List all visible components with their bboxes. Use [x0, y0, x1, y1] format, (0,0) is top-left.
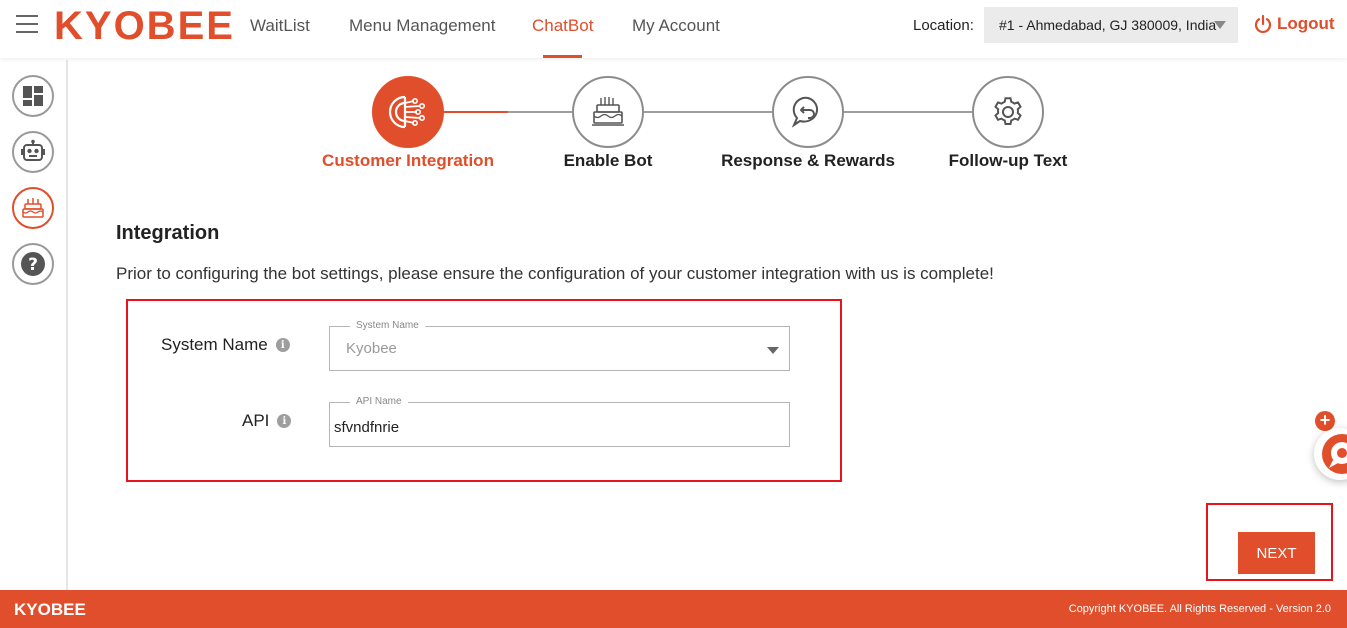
section-title: Integration: [116, 222, 220, 244]
cake-icon: [592, 97, 624, 126]
sidebar-item-dashboard[interactable]: [12, 75, 54, 117]
api-name-field[interactable]: API Name: [329, 395, 790, 447]
sidebar-item-help[interactable]: ?: [12, 243, 54, 285]
nav-chatbot[interactable]: ChatBot: [532, 16, 593, 36]
footer-brand: KYOBEE: [14, 600, 86, 619]
system-name-label-text: System Name: [161, 335, 268, 354]
top-navbar: KYOBEE WaitList Menu Management ChatBot …: [0, 0, 1347, 58]
location-value: #1 - Ahmedabad, GJ 380009, India: [999, 17, 1217, 33]
footer: KYOBEE Copyright KYOBEE. All Rights Rese…: [0, 590, 1347, 628]
logout-label: Logout: [1277, 14, 1335, 33]
cake-icon: [22, 198, 44, 218]
step-label-enable-bot[interactable]: Enable Bot: [508, 151, 708, 171]
footer-copyright: Copyright KYOBEE. All Rights Reserved - …: [1068, 603, 1331, 615]
api-name-input[interactable]: [331, 404, 788, 445]
step-enable-bot[interactable]: [572, 76, 644, 148]
step-follow-up-text[interactable]: [972, 76, 1044, 148]
step-response-rewards[interactable]: [772, 76, 844, 148]
nav-menu-management[interactable]: Menu Management: [349, 16, 495, 36]
hamburger-menu-icon[interactable]: [16, 15, 38, 33]
brand-logo[interactable]: KYOBEE: [54, 4, 235, 48]
location-select[interactable]: #1 - Ahmedabad, GJ 380009, India: [984, 7, 1238, 43]
stepper-connector-1a: [442, 111, 508, 113]
chevron-down-icon: [767, 347, 779, 354]
dashboard-icon: [23, 86, 43, 106]
chat-widget-button[interactable]: [1314, 428, 1347, 480]
robot-icon: [21, 139, 45, 161]
reply-bubble-icon: [791, 96, 819, 128]
gear-icon: [994, 97, 1022, 126]
help-icon: ?: [21, 252, 45, 276]
svg-text:?: ?: [28, 255, 38, 275]
logout-button[interactable]: Logout: [1253, 14, 1335, 34]
power-icon: [1254, 14, 1272, 33]
sidebar-item-chatbot[interactable]: [12, 131, 54, 173]
stepper-connector-3: [842, 111, 972, 113]
chevron-down-icon: [1214, 21, 1226, 29]
location-label: Location:: [913, 17, 974, 34]
system-name-legend: System Name: [350, 319, 425, 333]
sidebar-item-cake[interactable]: [12, 187, 54, 229]
step-label-customer-integration[interactable]: Customer Integration: [308, 151, 508, 171]
left-sidebar: ?: [0, 60, 68, 590]
chat-bubble-icon: [1322, 434, 1347, 474]
info-icon[interactable]: i: [277, 414, 292, 428]
step-customer-integration[interactable]: [372, 76, 444, 148]
step-label-follow-up-text[interactable]: Follow-up Text: [908, 151, 1108, 171]
section-description: Prior to configuring the bot settings, p…: [116, 264, 994, 283]
system-name-label: System Name i: [161, 335, 290, 355]
api-label: API i: [242, 411, 292, 431]
step-label-response-rewards[interactable]: Response & Rewards: [708, 151, 908, 171]
system-name-select[interactable]: System Name Kyobee: [329, 319, 790, 371]
info-icon[interactable]: i: [275, 338, 290, 352]
stepper-connector-2: [642, 111, 772, 113]
nav-waitlist[interactable]: WaitList: [250, 16, 310, 36]
nav-my-account[interactable]: My Account: [632, 16, 720, 36]
active-nav-indicator: [543, 55, 582, 58]
next-button[interactable]: NEXT: [1238, 532, 1315, 574]
api-label-text: API: [242, 411, 270, 430]
stepper-connector-1b: [508, 111, 572, 113]
integration-icon: [388, 95, 425, 129]
system-name-value: Kyobee: [346, 340, 397, 357]
